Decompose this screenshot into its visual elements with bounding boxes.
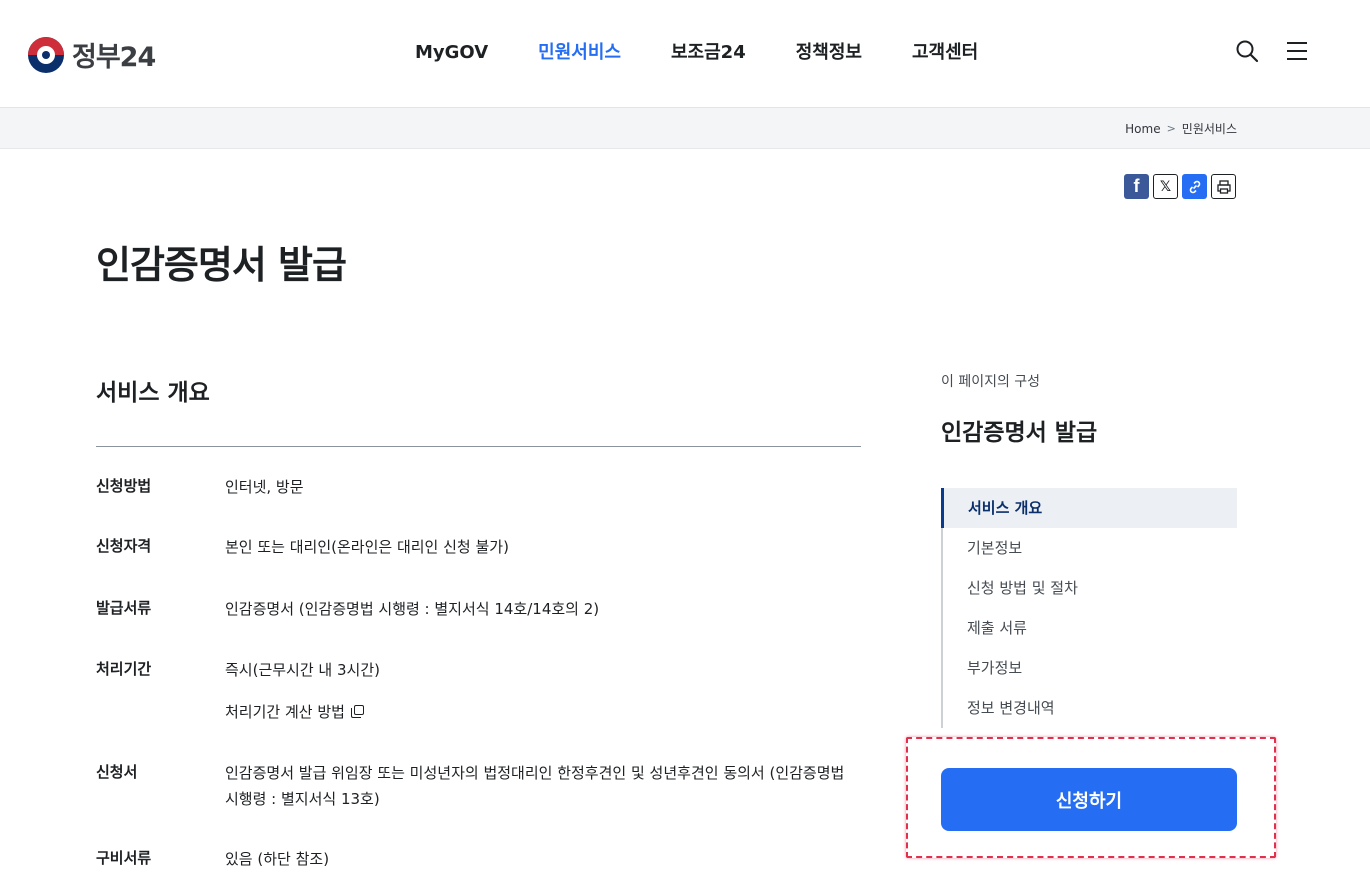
processing-time-calc-link[interactable]: 처리기간 계산 방법 <box>225 699 861 725</box>
info-value: 인감증명서 (인감증명법 시행령 : 별지서식 14호/14호의 2) <box>225 600 600 618</box>
facebook-share-icon[interactable]: f <box>1124 174 1149 199</box>
info-row-eligibility: 신청자격 본인 또는 대리인(온라인은 대리인 신청 불가) <box>96 534 861 560</box>
info-row-processing-time: 처리기간 즉시(근무시간 내 3시간) 처리기간 계산 방법 <box>96 657 861 725</box>
toc-title: 인감증명서 발급 <box>941 420 1098 446</box>
toc-item-procedure[interactable]: 신청 방법 및 절차 <box>943 568 1237 608</box>
info-row-required-documents: 구비서류 있음 (하단 참조) <box>96 846 861 872</box>
info-row-issued-document: 발급서류 인감증명서 (인감증명법 시행령 : 별지서식 14호/14호의 2) <box>96 596 861 622</box>
page-title: 인감증명서 발급 <box>96 243 347 287</box>
info-sub-label: 처리기간 계산 방법 <box>225 703 345 721</box>
print-icon[interactable] <box>1211 174 1236 199</box>
info-label: 신청방법 <box>96 477 152 495</box>
copy-icon <box>350 705 365 719</box>
nav-item-civil-service[interactable]: 민원서비스 <box>513 40 646 66</box>
info-label: 발급서류 <box>96 599 152 617</box>
section-title-overview: 서비스 개요 <box>96 380 210 406</box>
site-header: 정부24 MyGOV 민원서비스 보조금24 정책정보 고객센터 <box>0 0 1370 108</box>
info-value: 본인 또는 대리인(온라인은 대리인 신청 불가) <box>225 538 509 556</box>
breadcrumb-current[interactable]: 민원서비스 <box>1182 120 1237 137</box>
logo-text: 정부24 <box>72 42 156 73</box>
nav-item-mygov[interactable]: MyGOV <box>390 40 513 66</box>
chevron-right-icon: > <box>1166 122 1176 135</box>
taegeuk-logo-icon <box>28 36 64 73</box>
info-label: 처리기간 <box>96 660 152 678</box>
info-row-application-form: 신청서 인감증명서 발급 위임장 또는 미성년자의 법정대리인 한정후견인 및 … <box>96 760 861 812</box>
info-label: 구비서류 <box>96 849 152 867</box>
apply-button[interactable]: 신청하기 <box>941 768 1237 831</box>
menu-icon[interactable] <box>1284 38 1310 64</box>
info-row-apply-method: 신청방법 인터넷, 방문 <box>96 474 861 500</box>
toc-item-basic-info[interactable]: 기본정보 <box>943 528 1237 568</box>
breadcrumb-home[interactable]: Home <box>1125 122 1160 136</box>
toc-item-additional-info[interactable]: 부가정보 <box>943 648 1237 688</box>
info-value: 인터넷, 방문 <box>225 478 304 496</box>
header-utilities <box>1234 38 1310 64</box>
breadcrumb: Home > 민원서비스 <box>1125 120 1237 137</box>
toc-item-documents[interactable]: 제출 서류 <box>943 608 1237 648</box>
info-value-group: 즉시(근무시간 내 3시간) 처리기간 계산 방법 <box>225 657 861 725</box>
nav-item-policy-info[interactable]: 정책정보 <box>771 40 887 66</box>
share-toolbar: f 𝕏 <box>1124 174 1236 199</box>
toc-item-change-history[interactable]: 정보 변경내역 <box>943 688 1237 728</box>
toc-item-overview[interactable]: 서비스 개요 <box>941 488 1237 528</box>
nav-item-subsidy24[interactable]: 보조금24 <box>646 40 771 66</box>
site-logo[interactable]: 정부24 <box>28 35 156 74</box>
info-value: 있음 (하단 참조) <box>225 850 330 868</box>
toc-caption: 이 페이지의 구성 <box>941 374 1041 390</box>
breadcrumb-bar: Home > 민원서비스 <box>0 108 1370 149</box>
info-value: 인감증명서 발급 위임장 또는 미성년자의 법정대리인 한정후견인 및 성년후견… <box>225 764 845 808</box>
info-label: 신청자격 <box>96 537 152 555</box>
info-value: 즉시(근무시간 내 3시간) <box>225 661 380 679</box>
toc-list: 서비스 개요 기본정보 신청 방법 및 절차 제출 서류 부가정보 정보 변경내… <box>941 488 1237 728</box>
x-share-icon[interactable]: 𝕏 <box>1153 174 1178 199</box>
link-copy-icon[interactable] <box>1182 174 1207 199</box>
info-label: 신청서 <box>96 763 138 781</box>
main-nav: MyGOV 민원서비스 보조금24 정책정보 고객센터 <box>390 40 1003 66</box>
search-icon[interactable] <box>1234 38 1260 64</box>
section-divider <box>96 446 861 447</box>
nav-item-customer-center[interactable]: 고객센터 <box>887 40 1003 66</box>
